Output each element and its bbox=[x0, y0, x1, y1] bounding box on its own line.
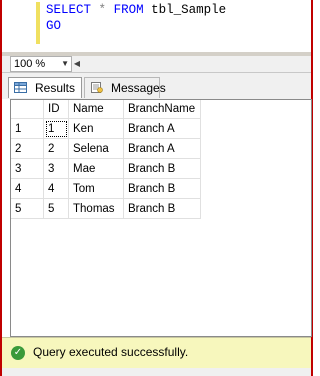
code-line-2: GO bbox=[46, 19, 61, 33]
cell-name[interactable]: Tom bbox=[68, 178, 124, 199]
status-message: Query executed successfully. bbox=[33, 345, 189, 359]
bottom-strip bbox=[2, 368, 311, 376]
keyword-select: SELECT bbox=[46, 3, 92, 17]
status-bar: ✓ Query executed successfully. bbox=[2, 337, 311, 368]
dropdown-arrow-icon[interactable]: ▼ bbox=[61, 57, 69, 71]
row-number[interactable]: 4 bbox=[11, 178, 44, 199]
cell-branchname[interactable]: Branch B bbox=[123, 178, 201, 199]
table-row[interactable]: 1 1 Ken Branch A bbox=[11, 118, 201, 139]
tab-messages-label: Messages bbox=[111, 81, 166, 95]
cell-id[interactable]: 2 bbox=[43, 138, 69, 159]
cell-branchname[interactable]: Branch A bbox=[123, 138, 201, 159]
sql-editor[interactable]: SELECT * FROM tbl_Sample GO bbox=[2, 0, 311, 52]
row-number[interactable]: 1 bbox=[11, 118, 44, 139]
table-row[interactable]: 3 3 Mae Branch B bbox=[11, 158, 201, 179]
table-row[interactable]: 5 5 Thomas Branch B bbox=[11, 198, 201, 219]
cell-branchname[interactable]: Branch B bbox=[123, 158, 201, 179]
cell-name[interactable]: Ken bbox=[68, 118, 124, 139]
cell-id[interactable]: 3 bbox=[43, 158, 69, 179]
column-header-branchname[interactable]: BranchName bbox=[123, 100, 201, 119]
cell-branchname[interactable]: Branch A bbox=[123, 118, 201, 139]
keyword-from: FROM bbox=[113, 3, 144, 17]
table-row[interactable]: 4 4 Tom Branch B bbox=[11, 178, 201, 199]
table-row[interactable]: 2 2 Selena Branch A bbox=[11, 138, 201, 159]
grid-header-row: ID Name BranchName bbox=[11, 100, 201, 119]
keyword-go: GO bbox=[46, 19, 62, 33]
tab-messages[interactable]: Messages bbox=[84, 77, 166, 98]
row-number[interactable]: 3 bbox=[11, 158, 44, 179]
zoom-bar: 100 % ▼ ◀ bbox=[2, 56, 311, 73]
tab-results[interactable]: Results bbox=[8, 77, 82, 98]
query-window: SELECT * FROM tbl_Sample GO 100 % ▼ ◀ Re… bbox=[0, 0, 313, 376]
zoom-dropdown[interactable]: 100 % ▼ bbox=[10, 56, 72, 72]
cell-id[interactable]: 5 bbox=[43, 198, 69, 219]
results-grid: ID Name BranchName 1 1 Ken Branch A 2 2 … bbox=[11, 100, 201, 219]
cell-id[interactable]: 1 bbox=[43, 118, 69, 139]
code-line-1: SELECT * FROM tbl_Sample bbox=[46, 3, 226, 17]
cell-name[interactable]: Mae bbox=[68, 158, 124, 179]
operator-star: * bbox=[98, 3, 107, 17]
row-header-corner[interactable] bbox=[11, 100, 44, 119]
zoom-value: 100 % bbox=[14, 58, 46, 70]
messages-icon bbox=[91, 82, 103, 93]
tab-results-label: Results bbox=[35, 81, 76, 95]
success-check-icon: ✓ bbox=[11, 346, 25, 360]
scroll-left-icon[interactable]: ◀ bbox=[72, 57, 82, 70]
row-number[interactable]: 2 bbox=[11, 138, 44, 159]
row-number[interactable]: 5 bbox=[11, 198, 44, 219]
table-name: tbl_Sample bbox=[151, 3, 227, 17]
grid-icon bbox=[14, 82, 27, 93]
column-header-name[interactable]: Name bbox=[68, 100, 124, 119]
cell-branchname[interactable]: Branch B bbox=[123, 198, 201, 219]
result-tabs: Results Messages bbox=[2, 73, 311, 99]
cell-name[interactable]: Thomas bbox=[68, 198, 124, 219]
results-grid-panel[interactable]: ID Name BranchName 1 1 Ken Branch A 2 2 … bbox=[10, 99, 312, 337]
change-indicator bbox=[36, 2, 40, 44]
cell-id[interactable]: 4 bbox=[43, 178, 69, 199]
column-header-id[interactable]: ID bbox=[43, 100, 69, 119]
cell-name[interactable]: Selena bbox=[68, 138, 124, 159]
sql-code[interactable]: SELECT * FROM tbl_Sample GO bbox=[46, 2, 226, 34]
